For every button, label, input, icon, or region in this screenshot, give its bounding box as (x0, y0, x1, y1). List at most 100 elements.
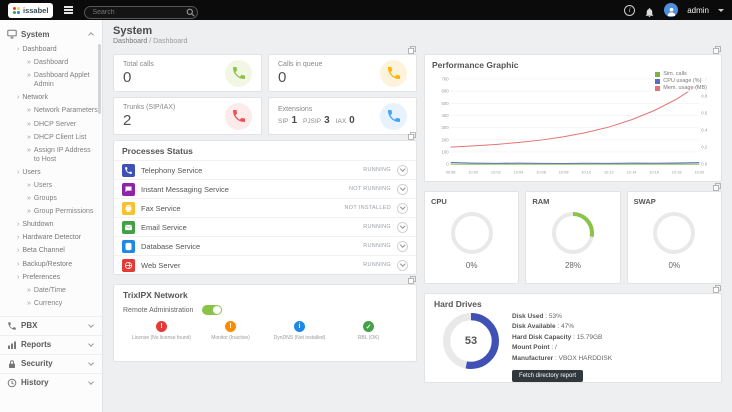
expand-widget-icon[interactable] (408, 275, 416, 284)
breadcrumb-current: Dashboard (153, 38, 188, 45)
chevron-down-icon[interactable] (397, 240, 408, 252)
remote-administration-label: Remote Administration (123, 306, 194, 314)
extensions-values: SIP 1 PJSIP 3 IAX 0 (278, 115, 355, 126)
sidebar-item-system[interactable]: System (0, 25, 102, 43)
sidebar-item-shutdown[interactable]: › Shutdown (0, 219, 102, 232)
expand-widget-icon[interactable] (713, 182, 721, 191)
sidebar-item-beta-channel[interactable]: › Beta Channel (0, 245, 102, 258)
svg-text:0.2: 0.2 (701, 145, 708, 150)
svg-text:10:02: 10:02 (491, 169, 501, 174)
sidebar-item-reports[interactable]: Reports (0, 334, 102, 354)
expand-widget-icon[interactable] (713, 284, 721, 293)
svg-text:500: 500 (441, 101, 449, 106)
swap-gauge-card: SWAP 0% (626, 191, 722, 284)
breadcrumb-separator: / (149, 38, 152, 45)
performance-graphic-card: Performance Graphic Sim. calls CPU usage… (424, 54, 722, 182)
cpu-gauge-card: CPU 0% (424, 191, 520, 284)
globe-icon (122, 258, 135, 272)
gauge-percent: 0% (668, 261, 681, 270)
system-menu: › Dashboard » Dashboard » Dashboard Applet … (0, 43, 102, 316)
search-input[interactable] (84, 6, 199, 19)
stat-label: Trunks (SIP/IAX) (123, 104, 176, 111)
status-badge: RUNNING (363, 262, 391, 268)
chevron-down-icon[interactable] (397, 183, 408, 195)
chevron-down-icon[interactable] (397, 164, 408, 176)
sidebar-item-dashboard[interactable]: » Dashboard (0, 57, 102, 70)
stat-label: Calls in queue (278, 61, 323, 68)
status-badge: RUNNING (363, 224, 391, 230)
rbl-indicator: ✓ RBL (OK) (337, 321, 401, 341)
chevron-down-icon[interactable] (397, 202, 408, 214)
process-row-web-server: Web Server RUNNING (114, 255, 416, 274)
sidebar-item-users-group[interactable]: › Users (0, 167, 102, 180)
phone-icon (225, 102, 252, 130)
svg-text:10:10: 10:10 (581, 169, 592, 174)
hard-drives-card: Hard Drives 53 Disk Used : 53% Disk Avai… (424, 293, 722, 383)
legend-swatch (655, 71, 661, 77)
remote-administration-toggle[interactable] (202, 305, 223, 315)
breadcrumb-parent[interactable]: Dashboard (113, 38, 147, 45)
process-row-fax-service: Fax Service NOT INSTALLED (114, 198, 416, 217)
disk-usage-value: 53 (464, 335, 478, 347)
expand-widget-icon[interactable] (408, 45, 416, 54)
svg-text:600: 600 (441, 89, 449, 94)
sidebar-item-group-permissions[interactable]: » Group Permissions (0, 206, 102, 219)
status-badge: RUNNING (363, 167, 391, 173)
chevron-down-icon (88, 322, 94, 328)
page-title: System (113, 25, 153, 37)
brand-text: issabel (23, 5, 49, 15)
sidebar-item-pbx[interactable]: PBX (0, 315, 102, 335)
sidebar-item-dashboard-group[interactable]: › Dashboard (0, 44, 102, 57)
legend-swatch (655, 85, 661, 91)
stat-value: 2 (123, 112, 132, 129)
search-box (84, 1, 199, 19)
expand-widget-icon[interactable] (713, 45, 721, 54)
hamburger-menu-icon[interactable] (62, 4, 75, 15)
bar-chart-icon (7, 340, 17, 350)
chevron-down-icon[interactable] (397, 221, 408, 233)
trixipx-network-title: TrixIPX Network (123, 290, 188, 300)
info-icon[interactable]: i (624, 4, 636, 16)
chevron-down-icon[interactable] (718, 8, 724, 12)
sidebar-item-preferences[interactable]: › Preferences (0, 272, 102, 285)
sidebar-item-currency[interactable]: » Currency (0, 298, 102, 311)
sidebar-item-network[interactable]: › Network (0, 92, 102, 105)
license-indicator: ! License (No license found) (131, 321, 192, 341)
svg-text:10:00: 10:00 (468, 169, 479, 174)
sidebar-item-assign-ip-address-to-host[interactable]: » Assign IP Address to Host (0, 145, 102, 167)
chevron-up-icon (88, 32, 94, 38)
stat-label: Total calls (123, 61, 154, 68)
sidebar-item-history[interactable]: History (0, 372, 102, 392)
username[interactable]: admin (687, 6, 709, 15)
topbar-actions: i admin (624, 3, 724, 17)
fetch-directory-report-button[interactable]: Fetch directory report (512, 369, 584, 382)
chevron-down-icon (88, 379, 94, 385)
chevron-down-icon[interactable] (397, 259, 408, 271)
brand-logo[interactable]: issabel (8, 2, 54, 18)
sidebar-item-hardware-detector[interactable]: › Hardware Detector (0, 232, 102, 245)
svg-text:0.0: 0.0 (701, 162, 708, 167)
database-icon (122, 239, 135, 253)
sidebar-scrollbar[interactable] (98, 44, 101, 114)
sidebar-item-dhcp-server[interactable]: » DHCP Server (0, 118, 102, 131)
expand-widget-icon[interactable] (408, 131, 416, 140)
search-icon[interactable] (186, 4, 196, 17)
sidebar-item-groups[interactable]: » Groups (0, 193, 102, 206)
sidebar-item-network-parameters[interactable]: » Network Parameters (0, 105, 102, 118)
svg-text:0.4: 0.4 (701, 128, 708, 133)
sidebar-item-security[interactable]: Security (0, 353, 102, 373)
stat-card-trunks: Trunks (SIP/IAX) 2 (113, 97, 262, 135)
topbar: issabel i admin (0, 0, 732, 20)
cpu-gauge (450, 212, 493, 254)
status-badge: NOT RUNNING (348, 186, 391, 192)
sidebar-item-date-time[interactable]: » Date/Time (0, 285, 102, 298)
svg-text:100: 100 (441, 150, 449, 155)
svg-text:400: 400 (441, 113, 449, 118)
gauge-title: RAM (532, 197, 550, 206)
sidebar-item-dashboard-applet-admin[interactable]: » Dashboard Applet Admin (0, 70, 102, 92)
sidebar-item-dhcp-client-list[interactable]: » DHCP Client List (0, 132, 102, 145)
user-avatar[interactable] (664, 3, 679, 17)
sidebar-item-users[interactable]: » Users (0, 180, 102, 193)
notifications-bell-icon[interactable] (644, 5, 655, 17)
sidebar-item-backup-restore[interactable]: › Backup/Restore (0, 258, 102, 271)
